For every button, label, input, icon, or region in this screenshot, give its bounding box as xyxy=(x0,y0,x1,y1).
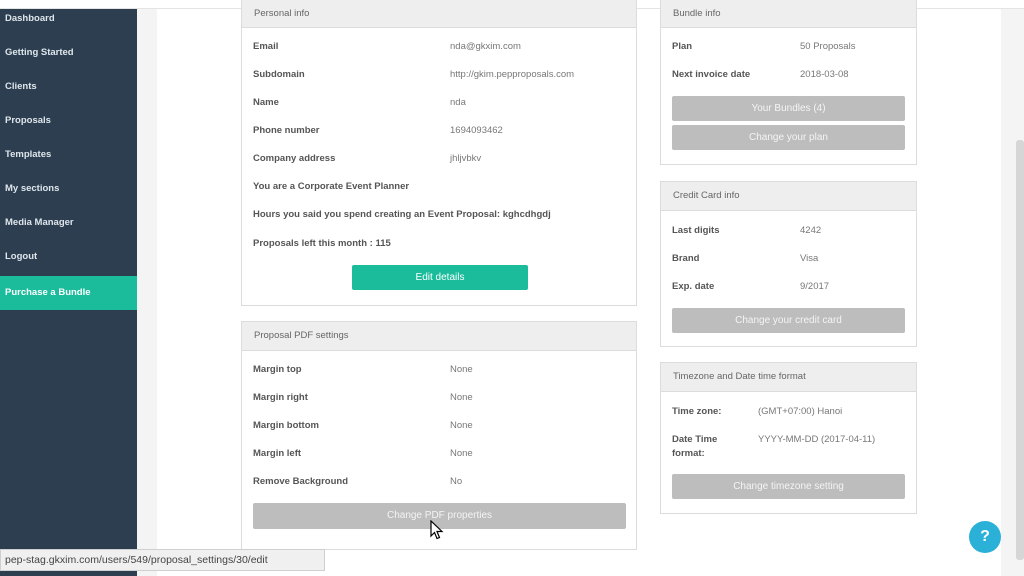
exp-date-value: 9/2017 xyxy=(800,281,830,292)
sidebar-item-dashboard[interactable]: Dashboard xyxy=(0,9,137,43)
time-zone-value: (GMT+07:00) Hanoi xyxy=(758,406,843,417)
personal-info-title: Personal info xyxy=(242,0,636,28)
name-value: nda xyxy=(450,97,466,108)
subdomain-value: http://gkim.pepproposals.com xyxy=(450,69,575,80)
exp-date-label: Exp. date xyxy=(672,281,715,292)
last-digits-label: Last digits xyxy=(672,225,720,236)
margin-left-label: Margin left xyxy=(253,448,302,459)
margin-bottom-label: Margin bottom xyxy=(253,420,319,431)
next-invoice-value: 2018-03-08 xyxy=(800,69,849,80)
hours-text: Hours you said you spend creating an Eve… xyxy=(253,209,551,220)
personal-info-panel: Personal info Email nda@gkxim.com Subdom… xyxy=(241,0,637,306)
address-label: Company address xyxy=(253,153,336,164)
browser-status-url: pep-stag.gkxim.com/users/549/proposal_se… xyxy=(0,549,325,571)
sidebar-item-media-manager[interactable]: Media Manager xyxy=(0,213,137,247)
sidebar: Dashboard Getting Started Clients Propos… xyxy=(0,9,137,576)
pdf-settings-panel: Proposal PDF settings Margin top None Ma… xyxy=(241,321,637,550)
content-gutter-left xyxy=(137,9,157,576)
bundle-info-title: Bundle info xyxy=(661,0,916,28)
margin-top-value: None xyxy=(450,364,473,375)
margin-bottom-value: None xyxy=(450,420,473,431)
change-timezone-button[interactable]: Change timezone setting xyxy=(672,474,905,499)
change-plan-button[interactable]: Change your plan xyxy=(672,125,905,150)
planner-text: You are a Corporate Event Planner xyxy=(253,181,410,192)
subdomain-label: Subdomain xyxy=(253,69,305,80)
margin-left-value: None xyxy=(450,448,473,459)
sidebar-item-purchase-bundle[interactable]: Purchase a Bundle xyxy=(0,276,137,310)
timezone-panel: Timezone and Date time format Time zone:… xyxy=(660,362,917,514)
page-scrollbar[interactable] xyxy=(1016,140,1024,560)
mouse-cursor-icon xyxy=(430,520,444,540)
phone-value: 1694093462 xyxy=(450,125,503,136)
remove-background-value: No xyxy=(450,476,463,487)
next-invoice-label: Next invoice date xyxy=(672,69,751,80)
sidebar-item-my-sections[interactable]: My sections xyxy=(0,179,137,213)
brand-value: Visa xyxy=(800,253,819,264)
credit-card-title: Credit Card info xyxy=(661,182,916,211)
timezone-title: Timezone and Date time format xyxy=(661,363,916,392)
your-bundles-button[interactable]: Your Bundles (4) xyxy=(672,96,905,121)
date-time-label-line2: format: xyxy=(672,448,705,459)
last-digits-value: 4242 xyxy=(800,225,822,236)
sidebar-item-clients[interactable]: Clients xyxy=(0,77,137,111)
address-value: jhljvbkv xyxy=(450,153,482,164)
brand-label: Brand xyxy=(672,253,700,264)
sidebar-item-proposals[interactable]: Proposals xyxy=(0,111,137,145)
bundle-info-panel: Bundle info Plan 50 Proposals Next invoi… xyxy=(660,0,917,165)
pdf-settings-title: Proposal PDF settings xyxy=(242,322,636,351)
name-label: Name xyxy=(253,97,279,108)
change-credit-card-button[interactable]: Change your credit card xyxy=(672,308,905,333)
email-label: Email xyxy=(253,41,279,52)
proposals-left-text: Proposals left this month : 115 xyxy=(253,238,391,249)
help-button[interactable]: ? xyxy=(969,521,1001,553)
credit-card-panel: Credit Card info Last digits 4242 Brand … xyxy=(660,181,917,347)
plan-value: 50 Proposals xyxy=(800,41,856,52)
margin-right-value: None xyxy=(450,392,473,403)
phone-label: Phone number xyxy=(253,125,320,136)
time-zone-label: Time zone: xyxy=(672,406,722,417)
margin-top-label: Margin top xyxy=(253,364,302,375)
sidebar-item-templates[interactable]: Templates xyxy=(0,145,137,179)
email-value: nda@gkxim.com xyxy=(450,41,521,52)
margin-right-label: Margin right xyxy=(253,392,308,403)
sidebar-item-getting-started[interactable]: Getting Started xyxy=(0,43,137,77)
date-time-format-value: YYYY-MM-DD (2017-04-11) xyxy=(758,434,876,445)
app-window: Dashboard Getting Started Clients Propos… xyxy=(0,0,1024,576)
edit-details-button[interactable]: Edit details xyxy=(352,265,528,290)
plan-label: Plan xyxy=(672,41,693,52)
date-time-label-line1: Date Time xyxy=(672,434,718,445)
remove-background-label: Remove Background xyxy=(253,476,349,487)
